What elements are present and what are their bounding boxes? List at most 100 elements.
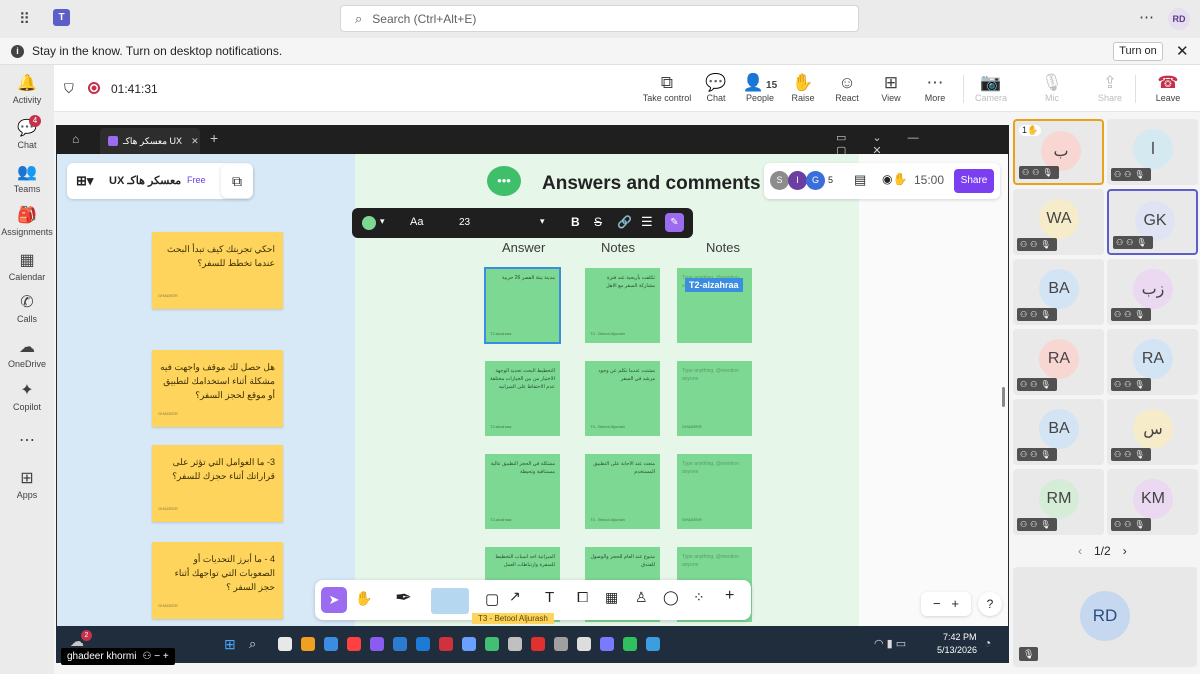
answer-note[interactable]: متعدد عند الاجابة على التطبيق المستخدم T3… [585, 454, 660, 529]
rail-item-chat[interactable]: 💬 Chat 4 [0, 115, 54, 150]
home-icon[interactable]: ⌂ [72, 132, 79, 146]
taskbar-app-icon[interactable] [439, 637, 453, 651]
stage-resize-handle[interactable] [1002, 387, 1005, 407]
question-sticky[interactable]: 3- ما العوامل التي تؤثر على قراراتك أثنا… [152, 445, 283, 522]
hand-tool-icon[interactable]: ✋ [355, 590, 372, 607]
participant-tile[interactable]: WA ⚇⚇🎙 [1013, 189, 1104, 255]
taskbar-search-icon[interactable]: ⌕ [249, 636, 256, 652]
help-button[interactable]: ? [978, 592, 1002, 616]
table-tool-icon[interactable]: ▦ [605, 589, 618, 606]
taskbar-app-icon[interactable] [370, 637, 384, 651]
taskbar-app-icon[interactable] [393, 637, 407, 651]
collab-avatar-s[interactable]: S [770, 171, 789, 190]
mic-button[interactable]: 🎙 Mic [1027, 73, 1077, 103]
layout-icon[interactable]: ▤ [854, 172, 866, 188]
select-tool-icon[interactable]: ➤ [321, 587, 347, 613]
rail-item-assignments[interactable]: 🎒 Assignments [0, 205, 54, 237]
answer-note[interactable]: مشكلة في الحجز التطبيق عالية مستنافية وت… [485, 454, 560, 529]
miro-board[interactable]: ⊞▾ معسكر هاكـ UX Free ⧉ ••• Answers and … [57, 154, 1008, 626]
chevron-left-icon[interactable]: ‹ [1078, 544, 1082, 558]
answer-note[interactable]: مشتت عندما تكلم عن وجود مرشد في السفر T3 … [585, 361, 660, 436]
timer-value[interactable]: 15:00 [914, 173, 944, 187]
close-icon[interactable]: ✕ [1176, 42, 1189, 60]
taskbar-app-icon[interactable] [347, 637, 361, 651]
turn-on-button[interactable]: Turn on [1113, 42, 1163, 61]
list-icon[interactable]: ☰ [641, 214, 653, 230]
share-button[interactable]: ⇪ Share [1085, 73, 1135, 103]
leave-button[interactable]: ☎ Leave [1143, 73, 1193, 103]
taskbar-app-icon[interactable] [278, 637, 292, 651]
plan-badge[interactable]: Free [187, 175, 206, 185]
collab-count[interactable]: 5 [828, 175, 833, 185]
more-options-icon[interactable]: ⋯ [1139, 8, 1154, 26]
selection-box[interactable] [484, 267, 561, 344]
presenter-controls-icon[interactable]: ⚇ − + [142, 648, 168, 665]
rail-item-activity[interactable]: 🔔 Activity [0, 73, 54, 105]
taskbar-app-icon[interactable] [554, 637, 568, 651]
participant-tile[interactable]: KM ⚇⚇🎙 [1107, 469, 1198, 535]
link-icon[interactable]: 🔗 [617, 215, 632, 229]
taskbar-app-icon[interactable] [508, 637, 522, 651]
font-selector[interactable]: Aa [410, 216, 423, 228]
question-sticky[interactable]: هل حصل لك موقف واجهت فيه مشكلة أثناء است… [152, 350, 283, 427]
more-button[interactable]: ⋯ More [910, 73, 960, 103]
answer-note[interactable]: تكلفت بأريحية عند فترة مشاركة السفر مع ا… [585, 268, 660, 343]
rail-item-apps[interactable]: ⊞ Apps [0, 468, 54, 500]
board-name[interactable]: معسكر هاكـ UX [109, 174, 181, 187]
app-launcher-icon[interactable]: ⠿ [19, 10, 30, 28]
collab-avatar-i[interactable]: I [788, 171, 807, 190]
rail-item-more[interactable]: ⋯ [0, 430, 54, 452]
connector-tool-icon[interactable]: ↗ [509, 588, 521, 605]
participant-tile[interactable]: BA ⚇⚇🎙 [1013, 259, 1104, 325]
rail-item-teams[interactable]: 👥 Teams [0, 162, 54, 194]
notification-bell-icon[interactable]: ◔ [984, 636, 991, 650]
comment-tool-icon[interactable]: ◯ [663, 589, 679, 606]
taskbar-app-icon[interactable] [416, 637, 430, 651]
taskbar-app-icon[interactable] [301, 637, 315, 651]
question-sticky[interactable]: 4 - ما أبرز التحديات أو الصعوبات التي تو… [152, 542, 283, 619]
taskbar-app-icon[interactable] [577, 637, 591, 651]
sticky-stack-icon[interactable] [431, 588, 469, 614]
miro-logo-icon[interactable]: ⊞▾ [76, 173, 93, 189]
participant-tile[interactable]: RM ⚇⚇🎙 [1013, 469, 1104, 535]
participant-tile[interactable]: BA ⚇⚇🎙 [1013, 399, 1104, 465]
participant-tile[interactable]: زب ⚇⚇🎙 [1107, 259, 1198, 325]
participant-tile[interactable]: RA ⚇⚇🎙 [1013, 329, 1104, 395]
collab-avatar-g[interactable]: G [806, 171, 825, 190]
search-input[interactable]: ⌕ Search (Ctrl+Alt+E) [340, 5, 859, 32]
zoom-in-icon[interactable]: + [951, 596, 959, 611]
answer-note[interactable]: التخطيط البحث تحديد الوجهة الاختيار من ب… [485, 361, 560, 436]
chat-button[interactable]: 💬 Chat [691, 73, 741, 103]
new-tab-icon[interactable]: + [210, 130, 218, 146]
taskbar-app-icon[interactable] [531, 637, 545, 651]
reactions-icon[interactable]: ◉✋ [882, 172, 907, 186]
user-avatar[interactable]: RD [1168, 8, 1190, 30]
taskbar-app-icon[interactable] [646, 637, 660, 651]
font-size-selector[interactable]: 23 [459, 217, 470, 228]
tab-close-icon[interactable]: ✕ [191, 136, 199, 147]
taskbar-app-icon[interactable] [623, 637, 637, 651]
participant-tile[interactable]: ا ⚇⚇🎙 [1107, 119, 1198, 185]
rail-item-copilot[interactable]: ✦ Copilot [0, 380, 54, 412]
participant-tile[interactable]: GK ⚇⚇🎙 [1107, 189, 1198, 255]
react-button[interactable]: ☺ React [822, 73, 872, 103]
pen-tool-icon[interactable]: ✒ [395, 585, 412, 610]
share-button[interactable]: Share [954, 169, 994, 193]
chevron-down-icon[interactable]: ▾ [380, 216, 385, 227]
view-button[interactable]: ⊞ View [866, 73, 916, 103]
chevron-down-icon[interactable]: ▾ [540, 216, 545, 227]
text-tool-icon[interactable]: T [545, 589, 554, 606]
taskbar-app-icon[interactable] [462, 637, 476, 651]
answer-note[interactable]: Type anything, @mention anyone GHADEER [677, 454, 752, 529]
taskbar-time[interactable]: 7:42 PM [943, 632, 977, 642]
self-view-tile[interactable]: RD 🎙 [1013, 567, 1197, 667]
windows-start-icon[interactable]: ⊞ [224, 636, 236, 653]
question-sticky[interactable]: احكي تجربتك كيف تبدأ البحث عندما تخطط لل… [152, 232, 283, 309]
tab-miro[interactable]: معسكر هاكـ UX ✕ [100, 128, 200, 154]
rail-item-calendar[interactable]: ▦ Calendar [0, 250, 54, 282]
camera-button[interactable]: 📷 Camera [966, 73, 1016, 103]
color-picker[interactable] [362, 216, 376, 230]
shape-tool-icon[interactable]: ▢ [485, 590, 499, 608]
ai-icon[interactable]: ✎ [665, 213, 684, 232]
take-control-button[interactable]: ⧉ Take control [642, 73, 692, 103]
